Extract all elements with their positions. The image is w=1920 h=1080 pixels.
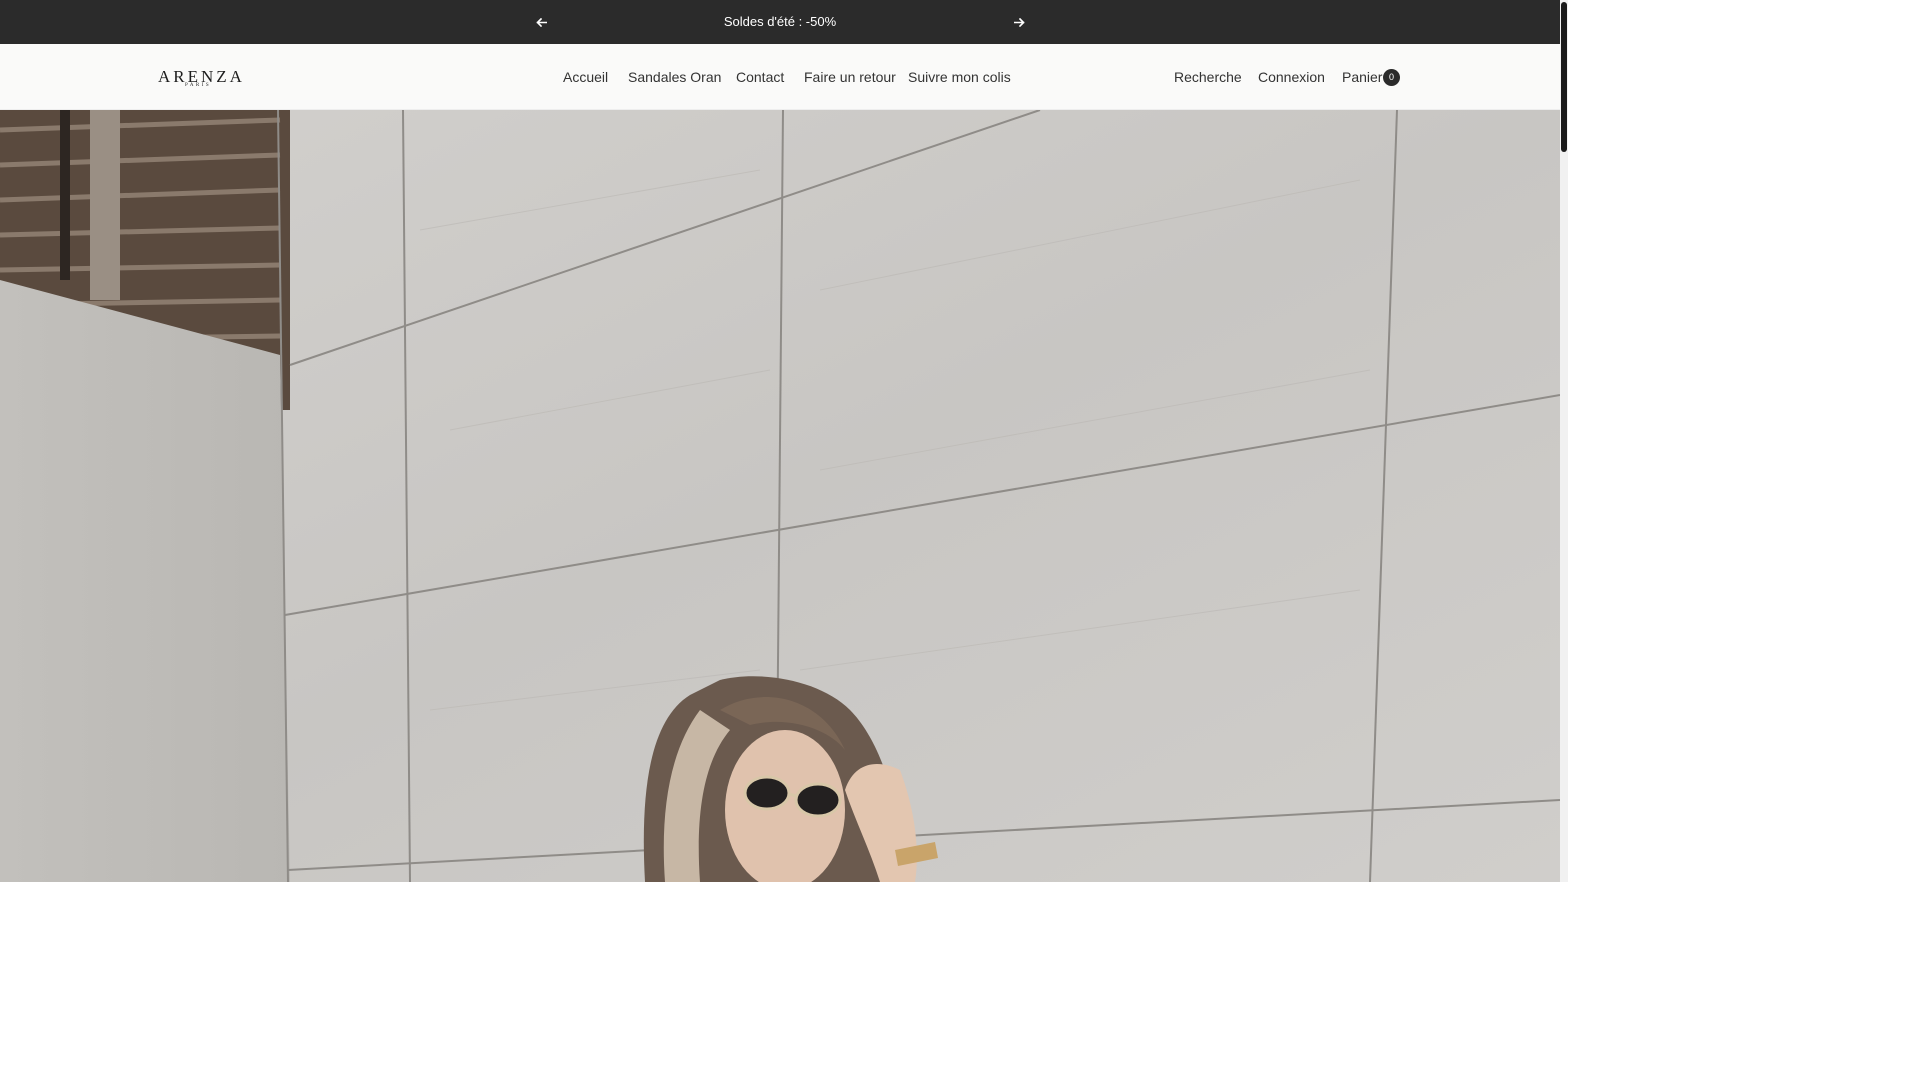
nav-item-suivre-mon-colis[interactable]: Suivre mon colis [908,68,1011,86]
cart-count-badge[interactable]: 0 [1383,69,1400,86]
announcement-message: Soldes d'été : -50% [723,14,837,29]
hero-photo-illustration [0,110,1560,882]
site-header: ARENZA PARIS Accueil Sandales Oran Conta… [0,44,1560,110]
nav-item-contact[interactable]: Contact [736,68,784,86]
nav-item-accueil[interactable]: Accueil [563,68,608,86]
scrollbar-thumb[interactable] [1561,2,1567,152]
arrow-right-icon [1013,17,1025,27]
arrow-left-icon [535,17,547,27]
cart-link[interactable]: Panier [1342,68,1382,86]
brand-logo[interactable]: ARENZA PARIS [158,68,242,90]
hero-image[interactable] [0,110,1560,882]
login-link[interactable]: Connexion [1258,68,1325,86]
announcement-prev-button[interactable] [531,12,551,32]
nav-item-faire-un-retour[interactable]: Faire un retour [804,68,896,86]
brand-tagline: PARIS [185,83,212,88]
search-link[interactable]: Recherche [1174,68,1242,86]
nav-item-sandales-oran[interactable]: Sandales Oran [628,68,721,86]
announcement-next-button[interactable] [1009,12,1029,32]
page-scrollbar[interactable] [1560,0,1568,882]
announcement-bar: Soldes d'été : -50% [0,0,1560,44]
